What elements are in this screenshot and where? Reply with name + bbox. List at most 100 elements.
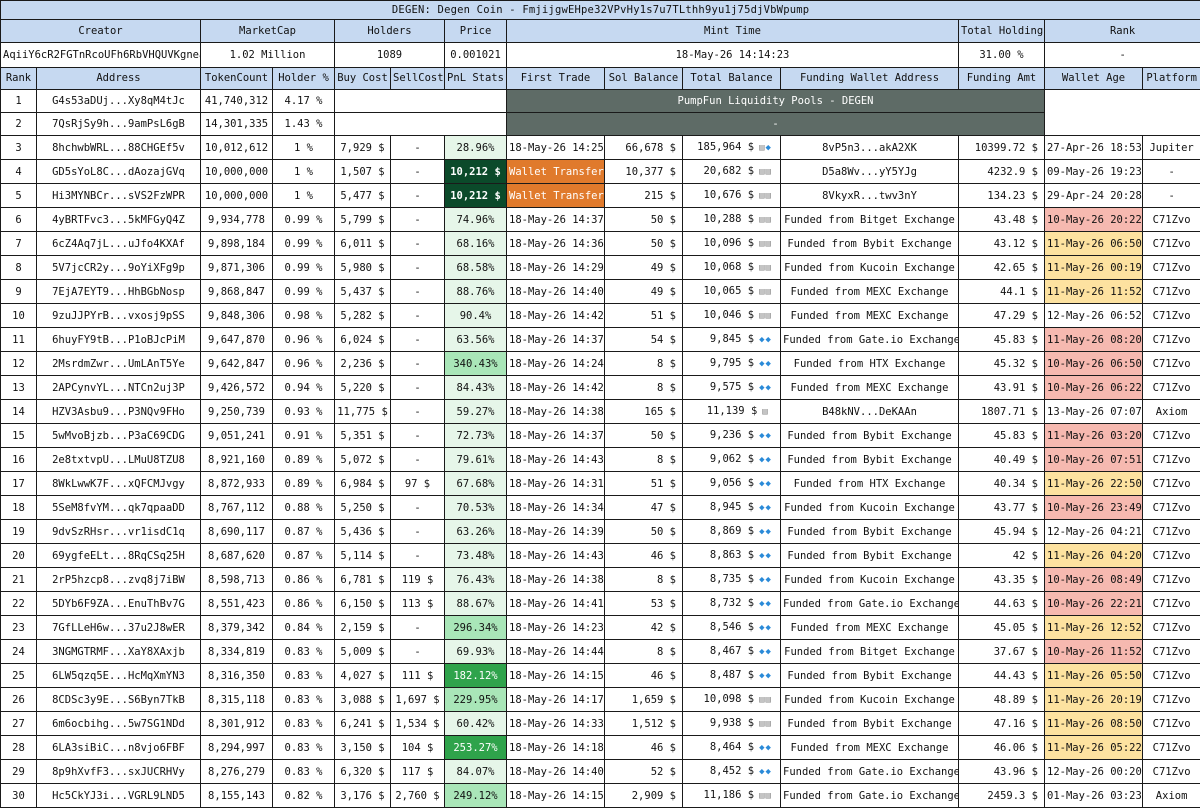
address-link[interactable]: 6huyFY9tB...P1oBJcPiM xyxy=(37,328,201,352)
balance-icons[interactable]: ◆◆ xyxy=(758,599,771,609)
balance-icons[interactable]: ◆◆ xyxy=(758,431,771,441)
address-link[interactable]: 5SeM8fvYM...qk7qpaaDD xyxy=(37,496,201,520)
balance-icons[interactable]: ▤▤ xyxy=(758,311,771,321)
funding-wallet-cell[interactable]: Funded from Bybit Exchange xyxy=(781,712,959,736)
fish-icon[interactable]: ◆ xyxy=(759,479,763,489)
address-link[interactable]: 7GfLLeH6w...37u2J8wER xyxy=(37,616,201,640)
balance-icons[interactable]: ▤▤ xyxy=(758,191,771,201)
funding-wallet-cell[interactable]: Funded from MEXC Exchange xyxy=(781,616,959,640)
fish-icon[interactable]: ◆ xyxy=(759,767,763,777)
fish-icon[interactable]: ◆ xyxy=(766,383,770,393)
balance-icons[interactable]: ◆◆ xyxy=(758,671,771,681)
creator-address[interactable]: AqiiY6cR2FGTnRcoUFh6RbVHQUVKgneaoRvM4wNV… xyxy=(1,43,201,68)
funding-wallet-cell[interactable]: Funded from Gate.io Exchange xyxy=(781,592,959,616)
address-link[interactable]: 9dvSzRHsr...vr1isdC1q xyxy=(37,520,201,544)
fish-icon[interactable]: ◆ xyxy=(759,743,763,753)
fish-icon[interactable]: ◆ xyxy=(766,503,770,513)
balance-icons[interactable]: ◆◆ xyxy=(758,623,771,633)
address-link[interactable]: 8CDSc3y9E...S6Byn7TkB xyxy=(37,688,201,712)
address-link[interactable]: 3NGMGTRMF...XaY8XAxjb xyxy=(37,640,201,664)
funding-wallet-cell[interactable]: Funded from Gate.io Exchange xyxy=(781,784,959,808)
wallet-stack-icon[interactable]: ▤ xyxy=(766,215,770,225)
fish-icon[interactable]: ◆ xyxy=(766,431,770,441)
balance-icons[interactable]: ◆◆ xyxy=(758,335,771,345)
fish-icon[interactable]: ◆ xyxy=(766,335,770,345)
wallet-stack-icon[interactable]: ▤ xyxy=(759,167,763,177)
fish-icon[interactable]: ◆ xyxy=(766,527,770,537)
funding-wallet-cell[interactable]: Funded from Bitget Exchange xyxy=(781,208,959,232)
balance-icons[interactable]: ▤▤ xyxy=(758,167,771,177)
address-link[interactable]: 4yBRTFvc3...5kMFGyQ4Z xyxy=(37,208,201,232)
fish-icon[interactable]: ◆ xyxy=(759,551,763,561)
fish-icon[interactable]: ◆ xyxy=(766,359,770,369)
funding-wallet-cell[interactable]: Funded from HTX Exchange xyxy=(781,352,959,376)
funding-wallet-cell[interactable]: Funded from Kucoin Exchange xyxy=(781,688,959,712)
wallet-stack-icon[interactable]: ▤ xyxy=(759,695,763,705)
wallet-stack-icon[interactable]: ▤ xyxy=(759,191,763,201)
fish-icon[interactable]: ◆ xyxy=(766,743,770,753)
address-link[interactable]: Hc5CkYJ3i...VGRL9LND5 xyxy=(37,784,201,808)
balance-icons[interactable]: ◆◆ xyxy=(758,383,771,393)
funding-wallet-cell[interactable]: Funded from Bybit Exchange xyxy=(781,448,959,472)
fish-icon[interactable]: ◆ xyxy=(766,479,770,489)
address-link[interactable]: 9zuJJPYrB...vxosj9pSS xyxy=(37,304,201,328)
funding-wallet-cell[interactable]: Funded from Bybit Exchange xyxy=(781,520,959,544)
address-link[interactable]: 5V7jcCR2y...9oYiXFg9p xyxy=(37,256,201,280)
wallet-stack-icon[interactable]: ▤ xyxy=(766,191,770,201)
address-link[interactable]: G4s53aDUj...Xy8qM4tJc xyxy=(37,90,201,113)
fish-icon[interactable]: ◆ xyxy=(766,455,770,465)
fish-icon[interactable]: ◆ xyxy=(759,671,763,681)
balance-icons[interactable]: ◆◆ xyxy=(758,503,771,513)
fish-icon[interactable]: ◆ xyxy=(759,599,763,609)
balance-icons[interactable]: ▤▤ xyxy=(758,215,771,225)
fish-icon[interactable]: ◆ xyxy=(766,623,770,633)
fish-icon[interactable]: ◆ xyxy=(759,455,763,465)
address-link[interactable]: 7EjA7EYT9...HhBGbNosp xyxy=(37,280,201,304)
address-link[interactable]: 5DYb6F9ZA...EnuThBv7G xyxy=(37,592,201,616)
funding-wallet-cell[interactable]: Funded from Bybit Exchange xyxy=(781,232,959,256)
wallet-stack-icon[interactable]: ▤ xyxy=(759,311,763,321)
balance-icons[interactable]: ◆◆ xyxy=(758,551,771,561)
address-link[interactable]: 6cZ4Aq7jL...uJfo4KXAf xyxy=(37,232,201,256)
balance-icons[interactable]: ▤▤ xyxy=(758,239,771,249)
wallet-stack-icon[interactable]: ▤ xyxy=(759,719,763,729)
address-link[interactable]: 2APCynvYL...NTCn2uj3P xyxy=(37,376,201,400)
wallet-stack-icon[interactable]: ▤ xyxy=(759,143,763,153)
funding-wallet-cell[interactable]: Funded from MEXC Exchange xyxy=(781,280,959,304)
wallet-stack-icon[interactable]: ▤ xyxy=(759,791,763,801)
funding-wallet-cell[interactable]: Funded from MEXC Exchange xyxy=(781,376,959,400)
address-link[interactable]: 6LW5qzq5E...HcMqXmYN3 xyxy=(37,664,201,688)
address-link[interactable]: 69ygfeELt...8RqCSq25H xyxy=(37,544,201,568)
address-link[interactable]: 5wMvoBjzb...P3aC69CDG xyxy=(37,424,201,448)
fish-icon[interactable]: ◆ xyxy=(766,575,770,585)
fish-icon[interactable]: ◆ xyxy=(759,527,763,537)
wallet-stack-icon[interactable]: ▤ xyxy=(766,311,770,321)
wallet-stack-icon[interactable]: ▤ xyxy=(759,263,763,273)
address-link[interactable]: Hi3MYNBCr...sVS2FzWPR xyxy=(37,184,201,208)
fish-icon[interactable]: ◆ xyxy=(759,503,763,513)
funding-wallet-cell[interactable]: Funded from Bybit Exchange xyxy=(781,544,959,568)
address-link[interactable]: 7QsRjSy9h...9amPsL6gB xyxy=(37,113,201,136)
fish-icon[interactable]: ◆ xyxy=(759,575,763,585)
wallet-stack-icon[interactable]: ▤ xyxy=(766,287,770,297)
funding-wallet-cell[interactable]: D5a8Wv...yY5YJg xyxy=(781,160,959,184)
wallet-stack-icon[interactable]: ▤ xyxy=(762,407,766,417)
fish-icon[interactable]: ◆ xyxy=(766,671,770,681)
funding-wallet-cell[interactable]: Funded from MEXC Exchange xyxy=(781,736,959,760)
balance-icons[interactable]: ▤ xyxy=(761,407,767,417)
address-link[interactable]: 2MsrdmZwr...UmLAnT5Ye xyxy=(37,352,201,376)
balance-icons[interactable]: ▤▤ xyxy=(758,695,771,705)
funding-wallet-cell[interactable]: Funded from Bitget Exchange xyxy=(781,640,959,664)
funding-wallet-cell[interactable]: B48kNV...DeKAAn xyxy=(781,400,959,424)
wallet-stack-icon[interactable]: ▤ xyxy=(766,263,770,273)
balance-icons[interactable]: ◆◆ xyxy=(758,575,771,585)
balance-icons[interactable]: ◆◆ xyxy=(758,743,771,753)
funding-wallet-cell[interactable]: Funded from MEXC Exchange xyxy=(781,304,959,328)
funding-wallet-cell[interactable]: Funded from Bybit Exchange xyxy=(781,424,959,448)
fish-icon[interactable]: ◆ xyxy=(766,143,770,153)
address-link[interactable]: GD5sYoL8C...dAozajGVq xyxy=(37,160,201,184)
fish-icon[interactable]: ◆ xyxy=(766,647,770,657)
wallet-stack-icon[interactable]: ▤ xyxy=(759,287,763,297)
fish-icon[interactable]: ◆ xyxy=(759,431,763,441)
fish-icon[interactable]: ◆ xyxy=(759,623,763,633)
